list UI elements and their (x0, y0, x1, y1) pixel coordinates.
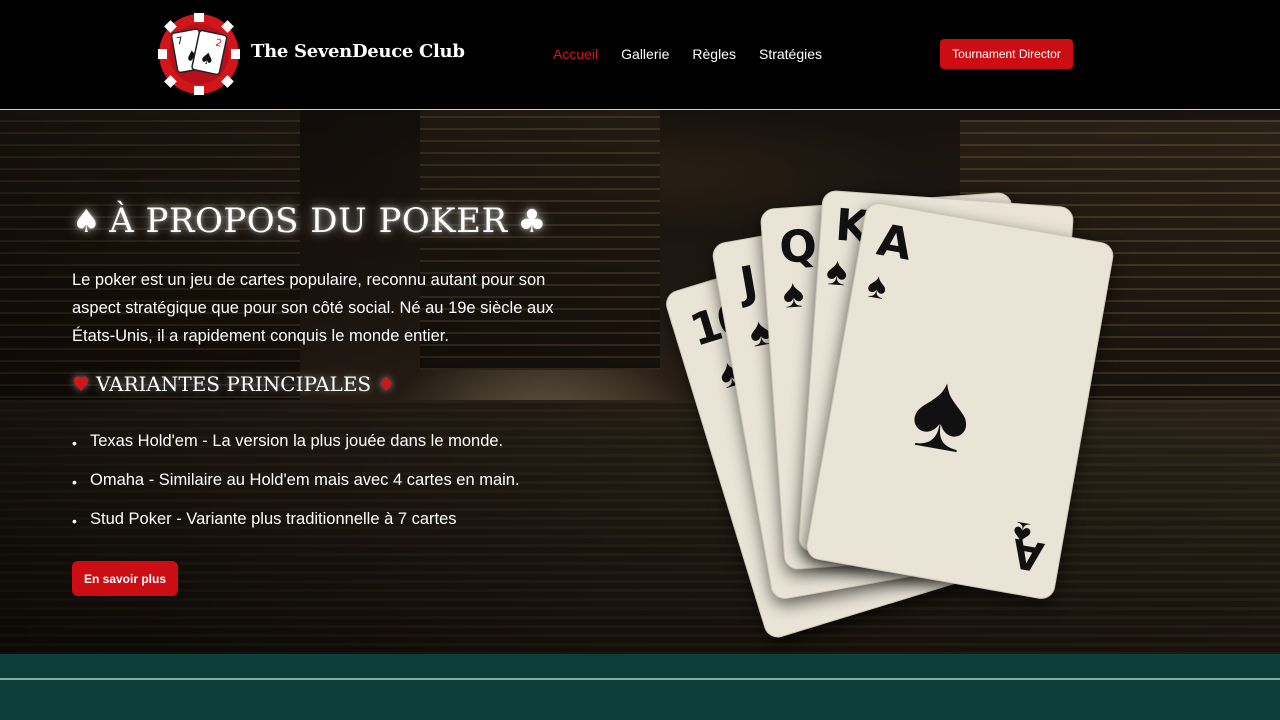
nav-item-strategies[interactable]: Stratégies (759, 46, 822, 62)
list-item: • Omaha - Similaire au Hold'em mais avec … (72, 471, 520, 510)
variants-heading-text: VARIANTES PRINCIPALES (95, 372, 372, 396)
nav-item-regles[interactable]: Règles (692, 46, 736, 62)
divider (0, 678, 1280, 680)
variant-text: Omaha - Similaire au Hold'em mais avec 4… (90, 471, 520, 489)
list-item: • Stud Poker - Variante plus traditionnel… (72, 510, 520, 549)
site-header: 7 ♠ 2 ♠ The SevenDeuce Club Accueil Gall… (0, 0, 1280, 110)
brand-name[interactable]: The SevenDeuce Club (251, 41, 465, 62)
royal-flush-illustration: 10 ♠ J ♠ Q ♠ K ♠ A ♠ ♠ ♠ A (660, 180, 1130, 641)
variants-list: • Texas Hold'em - La version la plus joué… (72, 432, 520, 549)
tournament-director-button[interactable]: Tournament Director (940, 39, 1073, 69)
variant-text: Texas Hold'em - La version la plus jouée… (90, 432, 504, 450)
learn-more-button[interactable]: En savoir plus (72, 561, 178, 596)
main-nav: Accueil Gallerie Règles Stratégies (553, 46, 845, 62)
hero-intro: Le poker est un jeu de cartes populaire,… (72, 271, 554, 345)
heart-icon: ♥ (72, 372, 90, 396)
variants-heading: ♥ VARIANTES PRINCIPALES ♦ (72, 372, 395, 396)
spade-icon: ♠ (72, 202, 102, 240)
nav-item-gallerie[interactable]: Gallerie (621, 46, 669, 62)
hero-title: ♠ À PROPOS DU POKER ♣ (72, 201, 547, 241)
list-item: • Texas Hold'em - La version la plus joué… (72, 432, 520, 471)
diamond-icon: ♦ (377, 372, 396, 396)
spade-icon: ♠ (902, 345, 982, 478)
card-rank: Q (777, 220, 816, 274)
spade-icon: ♠ (824, 249, 849, 295)
club-icon: ♣ (517, 202, 547, 240)
spade-icon: ♠ (864, 263, 891, 308)
bullet-icon: • (72, 474, 77, 490)
spade-icon: ♠ (781, 271, 806, 317)
footer-band (0, 654, 1280, 720)
nav-item-accueil[interactable]: Accueil (553, 46, 598, 62)
card-rank: J (736, 257, 759, 310)
hero-title-text: À PROPOS DU POKER (109, 201, 508, 241)
bullet-icon: • (72, 435, 77, 451)
variant-text: Stud Poker - Variante plus traditionnell… (90, 510, 457, 528)
bullet-icon: • (72, 513, 77, 529)
logo-icon[interactable]: 7 ♠ 2 ♠ (157, 12, 241, 96)
card-rank: A (873, 214, 913, 271)
